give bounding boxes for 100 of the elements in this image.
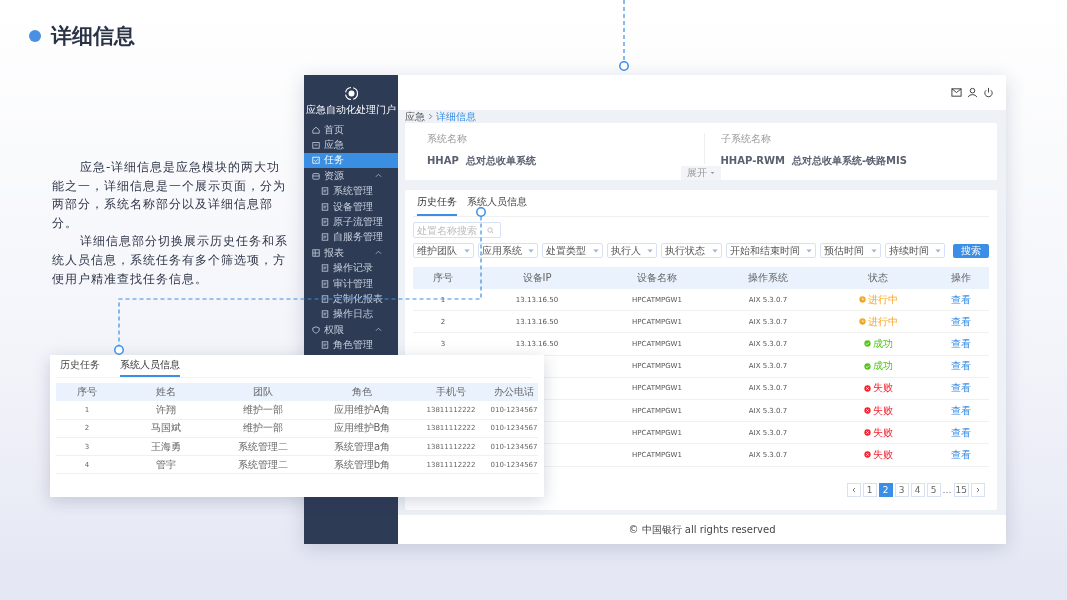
page-button[interactable]: 5 <box>926 482 941 497</box>
sidebar-item[interactable]: 首页 <box>304 122 398 138</box>
view-link[interactable]: 查看 <box>951 336 971 351</box>
view-link[interactable]: 查看 <box>951 403 971 418</box>
column-header: 团队 <box>252 385 274 400</box>
table-cell: 系统管理二 <box>238 457 288 472</box>
status-label: 失败 <box>872 403 893 418</box>
table-cell: 管宇 <box>156 457 176 472</box>
column-header: 序号 <box>76 385 98 400</box>
chevron-up-icon <box>375 173 382 179</box>
status-label: 失败 <box>872 447 893 462</box>
document-icon <box>321 310 329 319</box>
table-cell: 应用维护A角 <box>333 402 391 417</box>
status-label: 失败 <box>872 425 893 440</box>
filter-dropdown[interactable]: 应用系统 <box>477 243 538 258</box>
filter-dropdown[interactable]: 预估时间 <box>820 243 881 258</box>
logo-icon <box>343 86 359 101</box>
caret-icon <box>528 248 534 253</box>
filter-dropdown[interactable]: 开始和结束时间 <box>725 243 816 258</box>
caret-icon <box>806 248 812 253</box>
page-button[interactable]: 3 <box>894 482 909 497</box>
table-cell: 许翔 <box>156 402 176 417</box>
page-button[interactable]: 15 <box>953 482 969 497</box>
chevron-right-icon <box>428 113 433 120</box>
mail-icon[interactable] <box>951 87 962 98</box>
table-cell: 应用维护B角 <box>333 421 391 436</box>
caret-icon <box>935 248 941 253</box>
filter-dropdown[interactable]: 执行状态 <box>661 243 722 258</box>
box-icon <box>312 171 320 180</box>
calendar-icon <box>312 141 320 150</box>
breadcrumb-link[interactable]: 应急 <box>405 111 425 122</box>
view-link[interactable]: 查看 <box>951 447 971 462</box>
page-button[interactable]: 4 <box>910 482 925 497</box>
column-header: 手机号 <box>435 385 467 400</box>
column-header: 角色 <box>351 385 373 400</box>
status-label: 成功 <box>872 359 893 374</box>
document-icon <box>321 187 329 196</box>
document-icon <box>321 218 329 227</box>
sidebar-subitem[interactable]: 操作日志 <box>304 306 398 323</box>
sidebar-subitem[interactable]: 定制化报表 <box>304 291 398 307</box>
sidebar-item[interactable]: 应急 <box>304 137 398 153</box>
table-cell: 系统管理a角 <box>333 439 391 454</box>
field-label: 系统名称 <box>427 133 468 146</box>
document-icon <box>321 341 329 350</box>
status-label: 进行中 <box>867 292 898 307</box>
view-link[interactable]: 查看 <box>951 314 971 329</box>
sidebar-subitem[interactable]: 原子流管理 <box>304 214 398 230</box>
tab[interactable]: 历史任务 <box>60 355 100 377</box>
table-cell: 维护一部 <box>243 421 283 436</box>
filter-dropdown[interactable]: 执行人 <box>606 243 657 258</box>
user-icon[interactable] <box>967 87 978 98</box>
shield-icon <box>312 325 320 334</box>
power-icon[interactable] <box>983 87 994 98</box>
page-ellipsis: … <box>942 484 952 495</box>
table-cell: 系统管理b角 <box>333 457 391 472</box>
tab[interactable]: 历史任务 <box>417 190 457 216</box>
table-cell: 系统管理二 <box>238 439 288 454</box>
column-header: 姓名 <box>155 385 177 400</box>
status-label: 进行中 <box>867 314 898 329</box>
caret-icon <box>647 248 653 253</box>
search-icon <box>487 226 494 234</box>
column-header: 设备IP <box>521 271 553 285</box>
column-header: 办公电话 <box>493 385 535 400</box>
sidebar-item[interactable]: 资源 <box>304 168 398 184</box>
document-icon <box>321 233 329 242</box>
tab[interactable]: 系统人员信息 <box>467 190 527 216</box>
field-value: HHAP-RWM 总对总收单系统-铁路MIS <box>720 154 908 168</box>
view-link[interactable]: 查看 <box>951 381 971 396</box>
sidebar-subitem[interactable]: 设备管理 <box>304 198 398 215</box>
document-icon <box>321 279 329 288</box>
tab[interactable]: 系统人员信息 <box>120 355 180 377</box>
sidebar-item[interactable]: 报表 <box>304 245 398 261</box>
portal-title: 应急自动化处理门户 <box>305 103 397 117</box>
caret-icon <box>710 171 715 175</box>
chevron-up-icon <box>375 327 382 333</box>
sidebar-subitem[interactable]: 系统管理 <box>304 183 398 199</box>
sidebar-item[interactable]: 权限 <box>304 322 398 338</box>
filter-dropdown[interactable]: 持续时间 <box>884 243 945 258</box>
filter-dropdown[interactable]: 维护团队 <box>413 243 474 258</box>
chevron-left-icon <box>851 486 856 493</box>
column-header: 设备名称 <box>636 271 678 285</box>
filter-dropdown[interactable]: 处置类型 <box>542 243 603 258</box>
view-link[interactable]: 查看 <box>951 425 971 440</box>
view-link[interactable]: 查看 <box>951 359 971 374</box>
sidebar-subitem[interactable]: 审计管理 <box>304 275 398 292</box>
caret-icon <box>870 248 877 253</box>
column-header: 状态 <box>867 271 889 285</box>
table-cell: 马国斌 <box>151 421 181 436</box>
status-label: 成功 <box>872 336 893 351</box>
document-icon <box>321 295 329 303</box>
status-label: 失败 <box>872 381 893 396</box>
field-value: HHAP 总对总收单系统 <box>427 154 537 168</box>
document-icon <box>321 202 329 211</box>
sidebar-subitem[interactable]: 角色管理 <box>304 337 398 353</box>
view-link[interactable]: 查看 <box>951 292 971 307</box>
page-button[interactable]: 1 <box>862 482 877 497</box>
slide-title: 详细信息 <box>51 23 135 50</box>
chevron-up-icon <box>375 250 382 256</box>
sidebar-subitem[interactable]: 操作记录 <box>304 260 398 276</box>
sidebar-subitem[interactable]: 自服务管理 <box>304 229 398 246</box>
